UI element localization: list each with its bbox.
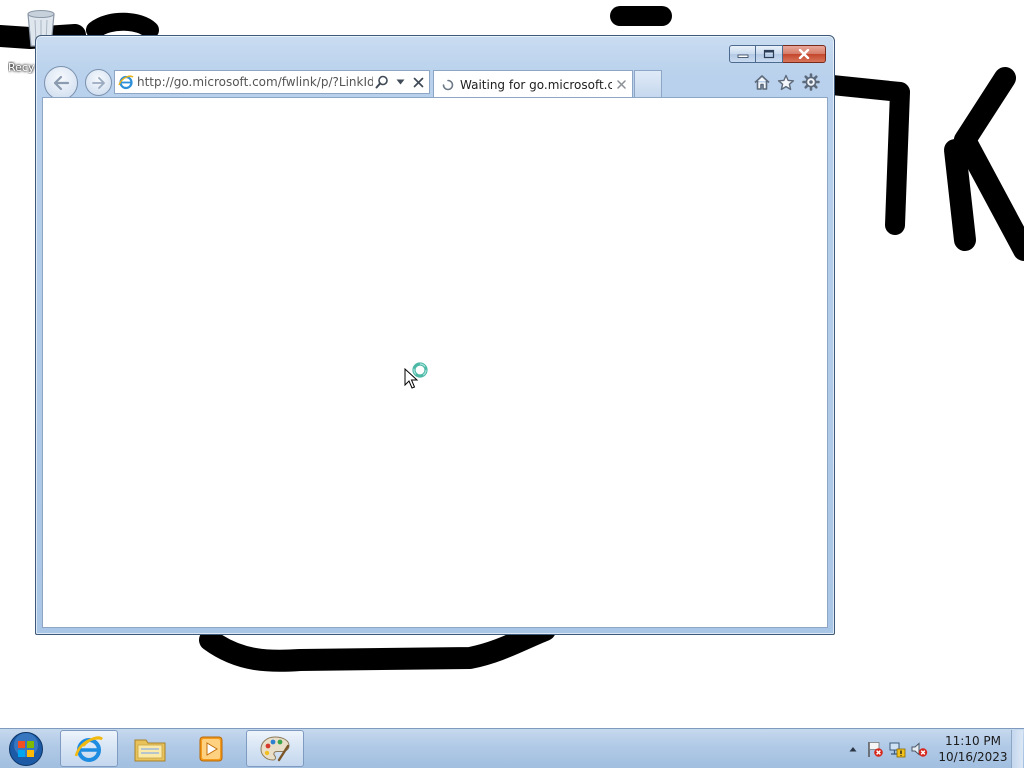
- minimize-icon: [737, 54, 748, 58]
- home-button[interactable]: [752, 72, 772, 92]
- close-window-button[interactable]: [783, 45, 826, 63]
- paint-palette-icon: [260, 735, 290, 761]
- clock-time: 11:10 PM: [945, 734, 1001, 748]
- show-desktop-button[interactable]: [1011, 730, 1023, 768]
- new-tab-button[interactable]: [634, 70, 662, 97]
- back-button[interactable]: [44, 66, 78, 100]
- action-center-flag-icon: [868, 742, 883, 757]
- tools-button[interactable]: [801, 72, 821, 92]
- browser-tab-active[interactable]: Waiting for go.microsoft.c...: [433, 70, 633, 98]
- stop-button[interactable]: [409, 72, 427, 92]
- system-tray: [842, 729, 930, 768]
- network-tray[interactable]: [886, 738, 908, 760]
- back-arrow-icon: [53, 75, 70, 91]
- address-bar[interactable]: http://go.microsoft.com/fwlink/p/?LinkId…: [114, 70, 430, 94]
- taskbar-internet-explorer[interactable]: [60, 730, 118, 767]
- taskbar-paint[interactable]: [246, 730, 304, 767]
- page-content-area[interactable]: [42, 97, 828, 628]
- taskbar: 11:10 PM 10/16/2023: [0, 728, 1024, 768]
- address-url[interactable]: http://go.microsoft.com/fwlink/p/?LinkId…: [137, 75, 373, 89]
- home-icon: [754, 74, 770, 90]
- taskbar-windows-explorer[interactable]: [121, 730, 179, 767]
- volume-tray[interactable]: [908, 738, 930, 760]
- network-icon: [889, 742, 906, 758]
- busy-cursor-icon: [404, 362, 428, 389]
- chevron-down-icon: [396, 79, 404, 85]
- minimize-button[interactable]: [729, 45, 756, 63]
- internet-explorer-icon: [74, 735, 103, 762]
- search-icon: [375, 75, 388, 89]
- close-icon: [616, 80, 626, 89]
- window-caption-buttons: [729, 45, 826, 63]
- loading-spinner-icon: [442, 79, 454, 90]
- windows-logo-icon: [9, 732, 43, 766]
- clock-date: 10/16/2023: [938, 750, 1008, 764]
- ie-page-icon: [118, 75, 134, 90]
- system-clock[interactable]: 11:10 PM 10/16/2023: [935, 733, 1011, 765]
- forward-button[interactable]: [85, 69, 112, 96]
- gear-icon: [802, 73, 820, 91]
- star-icon: [777, 74, 795, 90]
- close-icon: [413, 77, 423, 87]
- internet-explorer-window[interactable]: http://go.microsoft.com/fwlink/p/?LinkId…: [35, 35, 835, 635]
- show-hidden-icons-button[interactable]: [842, 738, 864, 760]
- forward-arrow-icon: [91, 76, 105, 89]
- chevron-up-icon: [849, 747, 857, 752]
- restore-icon: [763, 49, 775, 59]
- close-tab-button[interactable]: [612, 76, 630, 94]
- media-player-icon: [199, 736, 223, 761]
- search-button[interactable]: [373, 72, 391, 92]
- address-dropdown-button[interactable]: [391, 72, 409, 92]
- start-button[interactable]: [5, 731, 47, 767]
- folder-icon: [134, 739, 166, 761]
- close-icon: [798, 49, 810, 59]
- tab-title: Waiting for go.microsoft.c...: [460, 77, 612, 92]
- favorites-button[interactable]: [776, 72, 796, 92]
- action-center-tray[interactable]: [864, 738, 886, 760]
- taskbar-windows-media-player[interactable]: [182, 730, 240, 767]
- restore-button[interactable]: [756, 45, 783, 63]
- speaker-muted-icon: [911, 742, 928, 757]
